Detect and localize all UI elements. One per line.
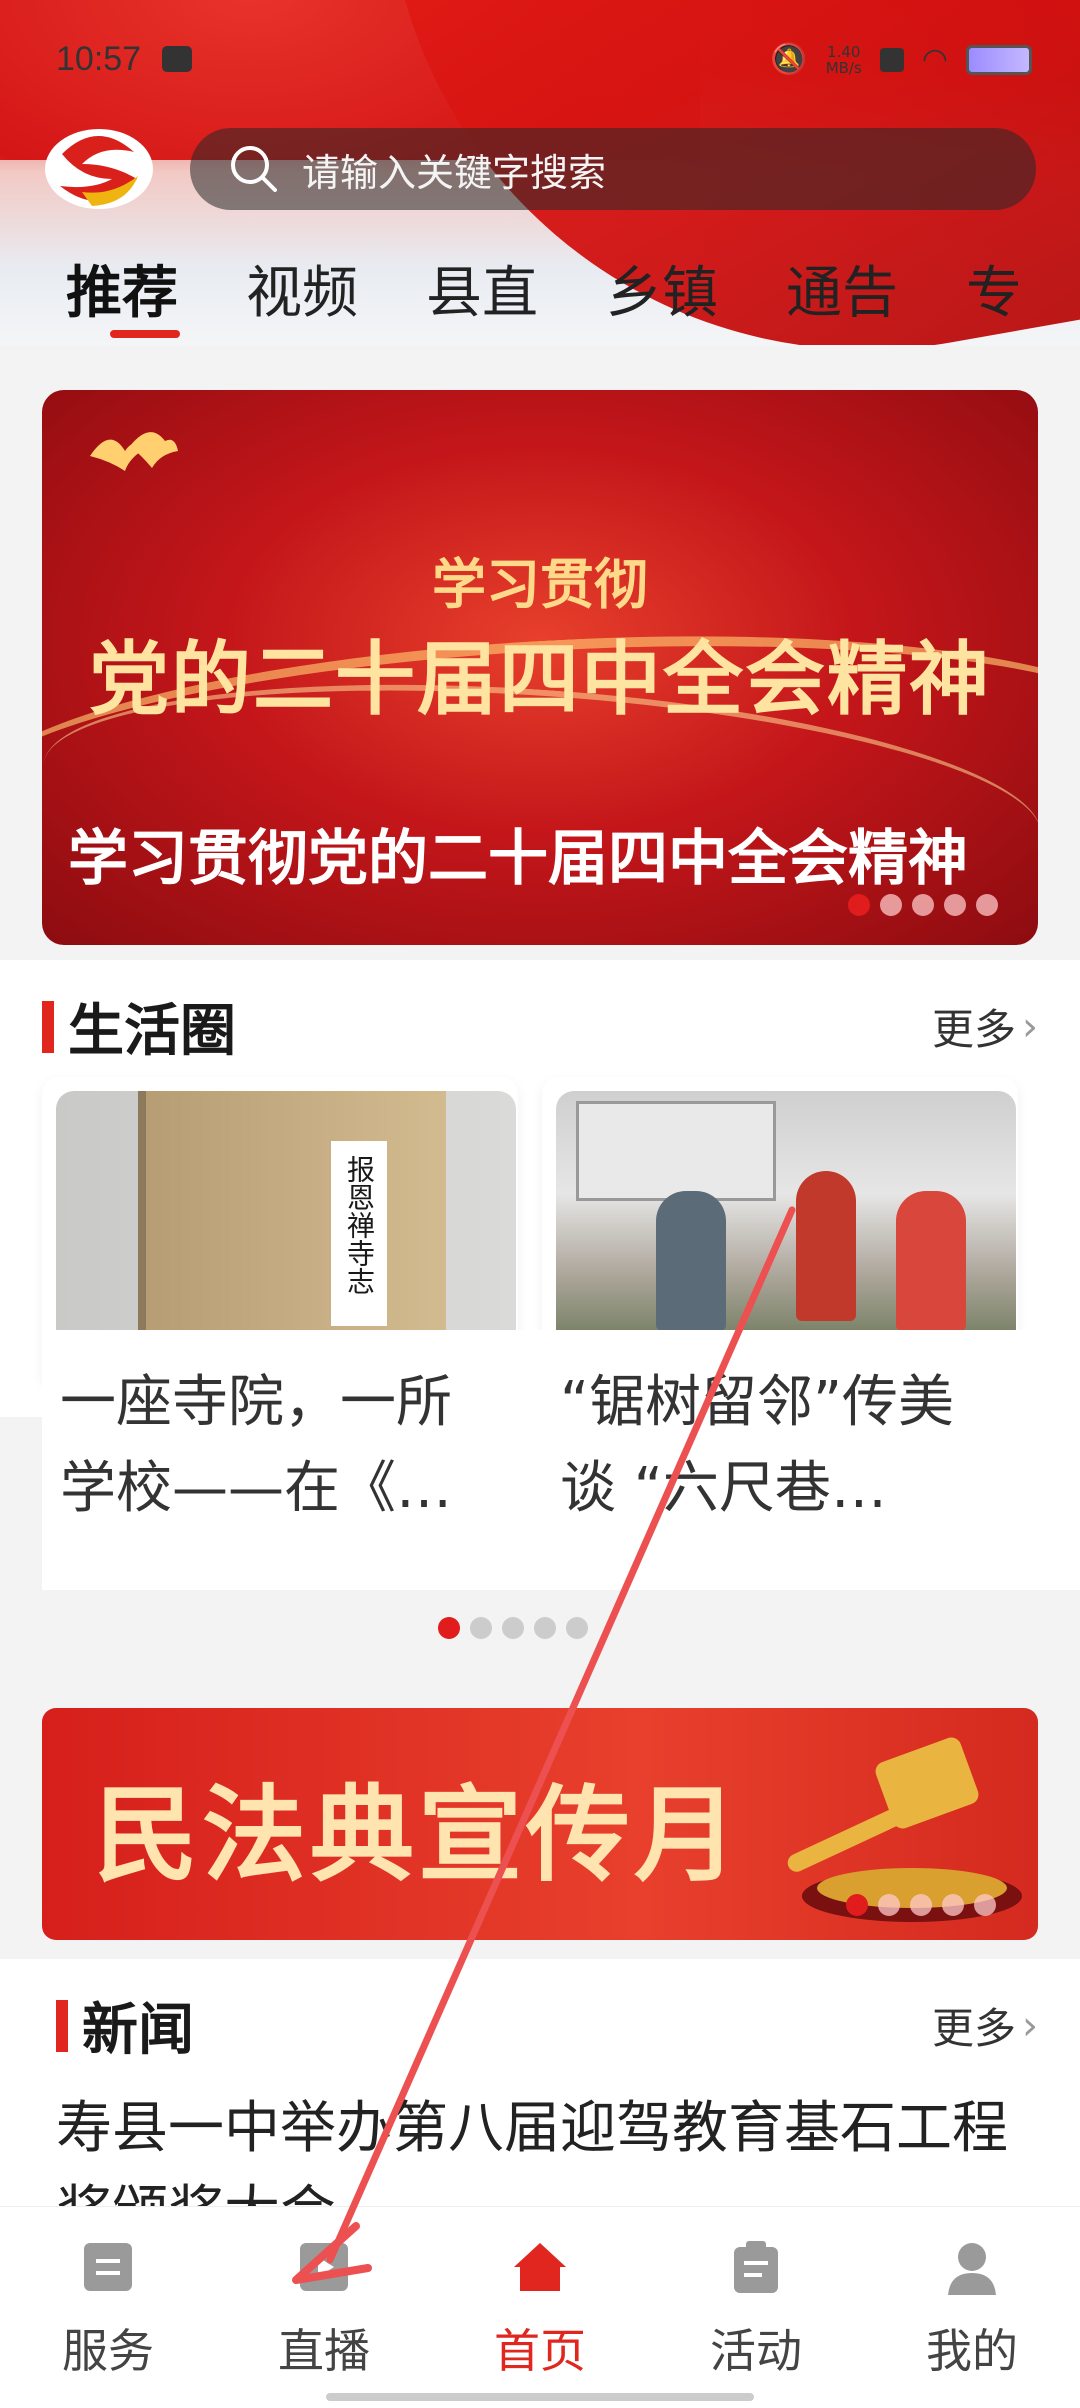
home-indicator (326, 2393, 754, 2401)
tab-notice[interactable]: 通告 (786, 248, 898, 338)
person-figure (896, 1191, 966, 1331)
nav-live[interactable]: 直播 (244, 2237, 404, 2381)
app-logo[interactable] (42, 124, 156, 214)
banner-carousel[interactable]: 学习贯彻 党的二十届四中全会精神 学习贯彻党的二十届四中全会精神 (42, 390, 1038, 945)
pagination-dot (942, 1894, 964, 1916)
promo-pagination (846, 1894, 996, 1916)
photo-thumbnail (556, 1091, 1016, 1347)
nav-profile[interactable]: 我的 (892, 2237, 1052, 2381)
category-tabs: 推荐 视频 县直 乡镇 通告 专 (0, 248, 1080, 338)
life-card-title[interactable]: 一座寺院，一所学校——在《… (60, 1360, 500, 1532)
heading-accent-bar (42, 1000, 54, 1053)
banner-title: 党的二十届四中全会精神 (89, 632, 991, 726)
promo-banner[interactable]: 民法典宣传月 (42, 1708, 1038, 1940)
more-label: 更多 (931, 1005, 1016, 1054)
promo-text: 民法典宣传月 (94, 1773, 743, 1896)
section-title: 新闻 (82, 1998, 194, 2063)
tab-video[interactable]: 视频 (246, 248, 358, 338)
pagination-dot (534, 1617, 556, 1639)
search-placeholder: 请输入关键字搜索 (302, 150, 607, 195)
chevron-right-icon: › (1022, 2002, 1038, 2049)
pagination-dot (944, 894, 966, 916)
section-title: 生活圈 (68, 999, 236, 1064)
life-circle-pagination (438, 1617, 588, 1639)
tab-special[interactable]: 专 (966, 248, 1022, 338)
tab-towns[interactable]: 乡镇 (606, 248, 718, 338)
status-bar: 10:57 🔕 1.40 MB/s ◠ (0, 0, 1080, 120)
battery-icon (966, 44, 1032, 75)
home-icon (514, 2243, 566, 2291)
pagination-dot (880, 894, 902, 916)
nav-label: 首页 (494, 2324, 586, 2378)
pagination-dot (974, 1894, 996, 1916)
pagination-dot (910, 1894, 932, 1916)
nav-activity[interactable]: 活动 (676, 2237, 836, 2381)
life-card-title[interactable]: “锯树留邻”传美谈 “六尺巷… (560, 1360, 1010, 1532)
message-notification-icon (162, 46, 192, 72)
section-heading: 新闻 (56, 1985, 194, 2066)
search-icon (231, 146, 277, 192)
status-time: 10:57 (56, 40, 142, 78)
pagination-dot (976, 894, 998, 916)
pagination-dot (912, 894, 934, 916)
silent-icon: 🔕 (770, 42, 808, 77)
status-right-icons: 🔕 1.40 MB/s ◠ (770, 42, 1032, 77)
activity-icon (734, 2241, 778, 2293)
nav-label: 服务 (62, 2324, 154, 2378)
chevron-right-icon: › (1022, 1003, 1038, 1050)
book-label: 报恩禅寺志 (331, 1141, 387, 1326)
tab-county[interactable]: 县直 (426, 248, 538, 338)
header: 10:57 🔕 1.40 MB/s ◠ 请输入关键字搜索 推荐 视频 县直 乡镇… (0, 0, 1080, 345)
nav-label: 直播 (278, 2324, 370, 2378)
sim-icon (879, 47, 904, 72)
doves-icon (90, 432, 178, 471)
pagination-dot (502, 1617, 524, 1639)
nav-label: 活动 (710, 2324, 802, 2378)
bottom-nav: 服务 直播 首页 活动 我的 (0, 2206, 1080, 2408)
pagination-dot (878, 1894, 900, 1916)
person-figure (796, 1171, 856, 1321)
tab-recommend[interactable]: 推荐 (66, 248, 180, 338)
life-card-titles: 一座寺院，一所学校——在《… “锯树留邻”传美谈 “六尺巷… (42, 1330, 1080, 1590)
pagination-dot (848, 894, 870, 916)
service-icon (84, 2243, 132, 2291)
section-heading: 生活圈 (42, 986, 236, 1067)
more-link[interactable]: 更多 › (932, 1995, 1038, 2056)
banner-pagination (848, 894, 998, 916)
person-figure (656, 1191, 726, 1331)
banner-subtitle: 学习贯彻 (432, 552, 648, 616)
profile-icon (948, 2243, 996, 2295)
more-link[interactable]: 更多 › (932, 996, 1038, 1057)
heading-accent-bar (56, 1999, 68, 2052)
pagination-dot (846, 1894, 868, 1916)
nav-service[interactable]: 服务 (28, 2237, 188, 2381)
main-content: 学习贯彻 党的二十届四中全会精神 学习贯彻党的二十届四中全会精神 生活圈 更多 … (0, 345, 1080, 2230)
search-bar[interactable]: 请输入关键字搜索 (190, 128, 1036, 210)
pagination-dot (438, 1617, 460, 1639)
mural-painting (576, 1101, 776, 1201)
more-label: 更多 (931, 2004, 1016, 2053)
wifi-icon: ◠ (921, 42, 948, 77)
book-thumbnail: 报恩禅寺志 (56, 1091, 516, 1347)
pagination-dot (470, 1617, 492, 1639)
network-speed: 1.40 MB/s (825, 42, 862, 77)
pagination-dot (566, 1617, 588, 1639)
nav-home[interactable]: 首页 (460, 2237, 620, 2381)
live-icon (300, 2243, 348, 2291)
banner-caption: 学习贯彻党的二十届四中全会精神 (68, 824, 968, 894)
book-cover (146, 1091, 446, 1347)
nav-label: 我的 (926, 2324, 1018, 2378)
